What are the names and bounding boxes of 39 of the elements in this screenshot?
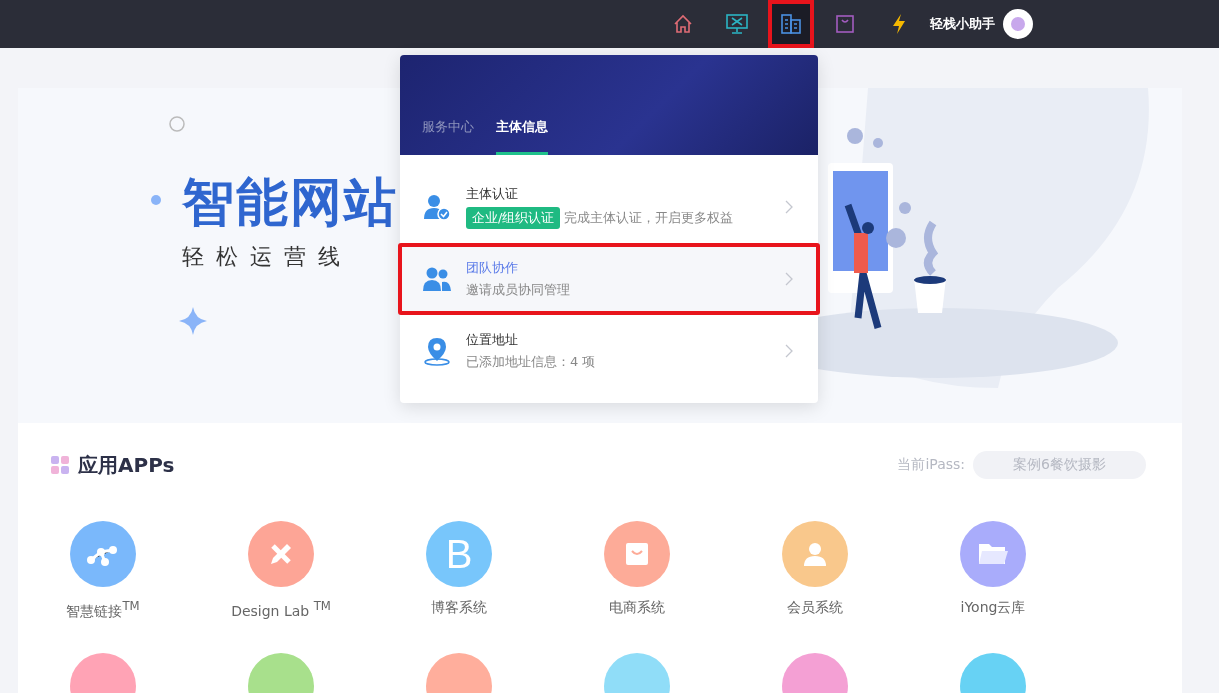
item-description: 完成主体认证，开启更多权益 <box>564 209 734 227</box>
verified-user-icon <box>422 192 452 222</box>
ipass-label: 当前iPass: <box>897 456 966 474</box>
username[interactable]: 轻栈小助手 <box>930 15 995 33</box>
dot-icon <box>151 195 161 205</box>
menu-item[interactable]: 位置地址 已添加地址信息：4 项 <box>398 315 820 387</box>
location-pin-icon <box>422 336 452 366</box>
sparkle-icon <box>178 306 208 336</box>
banner-subtitle: 轻松运营线 <box>182 243 353 271</box>
menu-item[interactable]: 主体认证 企业/组织认证 完成主体认证，开启更多权益 <box>398 171 820 243</box>
app-label[interactable]: 博客系统 <box>431 599 487 617</box>
bag-icon <box>834 13 856 35</box>
chevron-right-icon <box>784 343 794 359</box>
status-badge: 企业/组织认证 <box>466 207 561 229</box>
apps-grid-icon <box>50 455 70 475</box>
menu-item[interactable]: 团队协作 邀请成员协同管理 <box>398 243 820 315</box>
tab[interactable]: 服务中心 <box>422 118 474 155</box>
ring-icon <box>168 115 186 133</box>
building-icon <box>779 13 803 35</box>
chevron-right-icon <box>784 199 794 215</box>
item-title: 主体认证 <box>466 185 519 203</box>
lightning-icon <box>890 13 908 35</box>
chevron-right-icon <box>784 271 794 287</box>
nav-button[interactable] <box>768 0 814 48</box>
app-label[interactable]: 智慧链接$^{TM}$ <box>66 599 140 621</box>
section-title: 应用APPs <box>78 451 175 479</box>
item-description: 邀请成员协同管理 <box>466 281 570 299</box>
tab[interactable]: 主体信息 <box>496 118 548 155</box>
app-label[interactable]: Design Lab $^{TM}$ <box>231 599 331 619</box>
item-description: 已添加地址信息：4 项 <box>466 353 596 371</box>
home-icon <box>672 13 694 35</box>
monitor-icon <box>725 13 749 35</box>
banner-title: 智能网站 <box>182 171 398 234</box>
app-label[interactable]: 电商系统 <box>609 599 665 617</box>
item-title: 位置地址 <box>466 331 519 349</box>
app-label[interactable]: iYong云库 <box>960 599 1026 617</box>
avatar[interactable] <box>1003 9 1033 39</box>
item-title: 团队协作 <box>466 259 519 277</box>
app-label[interactable]: 会员系统 <box>787 599 843 617</box>
